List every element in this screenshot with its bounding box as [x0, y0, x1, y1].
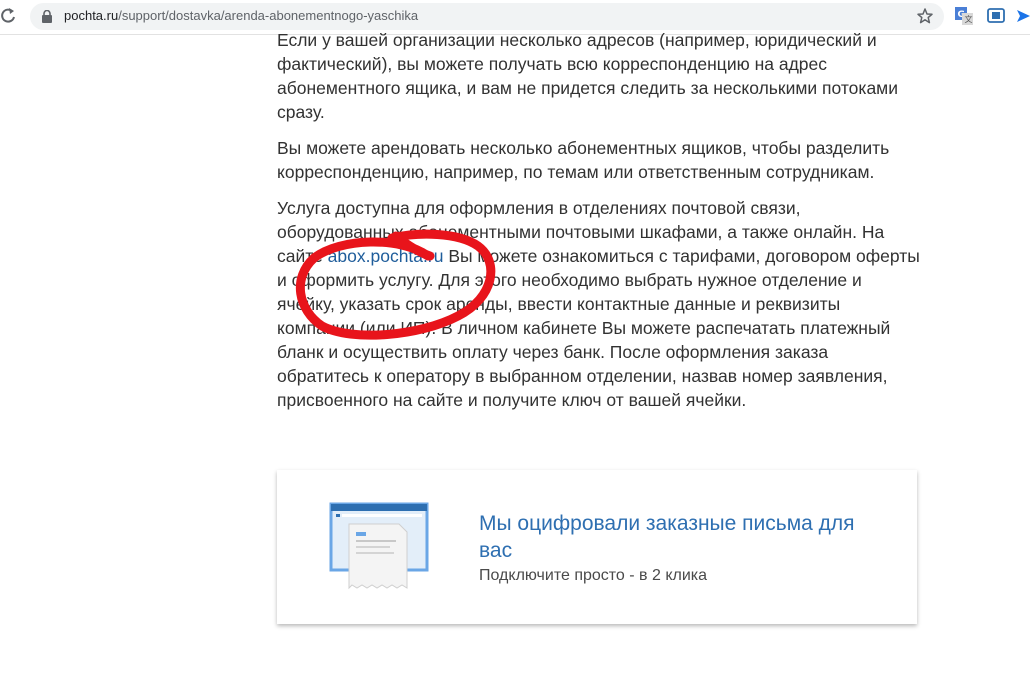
reader-extension-icon[interactable] — [987, 7, 1005, 25]
translate-extension-icon[interactable]: G 文 — [955, 7, 973, 25]
paragraph-multiple-boxes: Вы можете арендовать несколько абонемент… — [277, 138, 890, 182]
abox-link[interactable]: abox.pochta.ru — [328, 246, 444, 266]
url-text[interactable]: pochta.ru/support/dostavka/arenda-abonem… — [64, 8, 418, 23]
url-path: /support/dostavka/arenda-abonementnogo-y… — [118, 8, 419, 23]
digital-letters-banner[interactable]: Мы оцифровали заказные письма для вас По… — [277, 470, 917, 624]
paragraph-service-online: Услуга доступна для оформления в отделен… — [277, 196, 922, 412]
lock-icon[interactable] — [42, 10, 52, 23]
browser-document-illustration — [329, 502, 429, 590]
reload-icon[interactable] — [0, 7, 16, 25]
paragraph-organizations: Если у вашей организации несколько адрес… — [277, 30, 898, 122]
paragraph-text-after-link: Вы можете ознакомиться с тарифами, догов… — [277, 246, 920, 410]
bookmark-star-icon[interactable] — [916, 7, 934, 25]
svg-text:文: 文 — [965, 14, 973, 24]
article-body: Если у вашей организации несколько адрес… — [277, 28, 922, 424]
banner-title[interactable]: Мы оцифровали заказные письма для вас — [479, 510, 879, 564]
send-extension-icon[interactable] — [1016, 7, 1030, 25]
address-bar[interactable]: pochta.ru/support/dostavka/arenda-abonem… — [30, 3, 944, 30]
banner-subtitle: Подключите просто - в 2 клика — [479, 567, 708, 584]
url-host: pochta.ru — [64, 8, 119, 23]
